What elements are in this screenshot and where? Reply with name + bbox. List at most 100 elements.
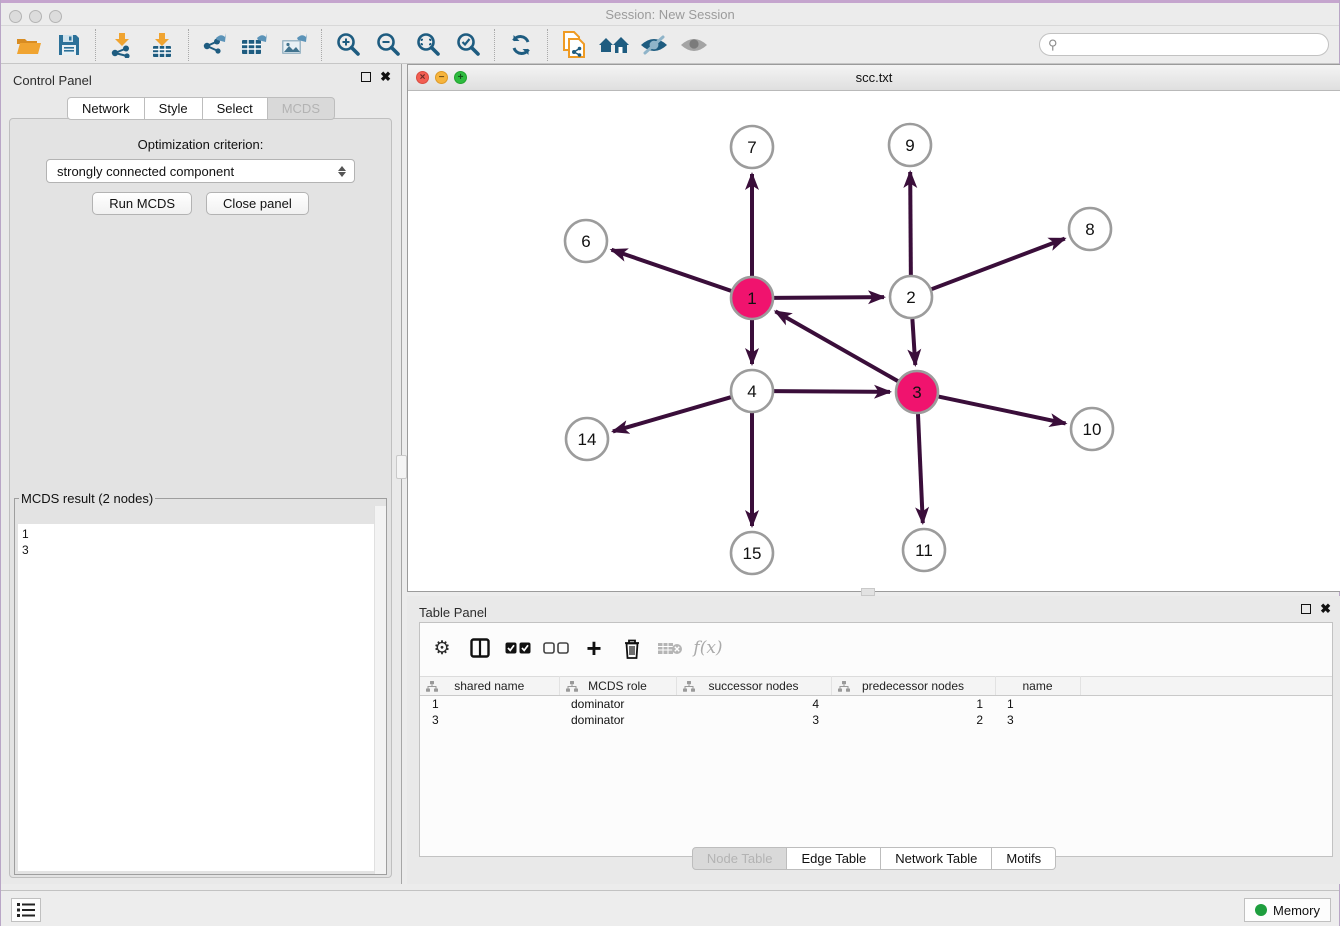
- function-builder-button[interactable]: f(x): [694, 634, 722, 662]
- graph-node-3[interactable]: 3: [896, 371, 938, 413]
- graph-node-10[interactable]: 10: [1071, 408, 1113, 450]
- float-panel-icon[interactable]: [361, 72, 371, 82]
- criterion-select[interactable]: strongly connected component: [46, 159, 355, 183]
- tab-mcds[interactable]: MCDS: [268, 97, 335, 120]
- edge-2-8[interactable]: [932, 239, 1065, 290]
- column-header-shared-name[interactable]: shared name: [420, 677, 559, 696]
- save-session-button[interactable]: [49, 29, 89, 61]
- window-titlebar: Session: New Session: [1, 3, 1339, 26]
- search-input[interactable]: [1039, 33, 1329, 56]
- column-header-name[interactable]: name: [995, 677, 1080, 696]
- network-window: × − + scc.txt 7 9 6 8 1 2 4 3 14 10 15 11: [407, 64, 1340, 592]
- graph-node-14[interactable]: 14: [566, 418, 608, 460]
- graph-node-8[interactable]: 8: [1069, 208, 1111, 250]
- import-table-button[interactable]: [142, 29, 182, 61]
- table-cell[interactable]: 1: [420, 696, 559, 712]
- mcds-result-text[interactable]: 1 3: [18, 524, 383, 871]
- tab-motifs[interactable]: Motifs: [992, 847, 1056, 870]
- node-table[interactable]: shared nameMCDS rolesuccessor nodesprede…: [420, 676, 1332, 728]
- tab-node-table[interactable]: Node Table: [692, 847, 788, 870]
- column-header-successor-nodes[interactable]: successor nodes: [676, 677, 831, 696]
- refresh-button[interactable]: [501, 29, 541, 61]
- close-panel-icon[interactable]: ✖: [380, 72, 391, 82]
- main-toolbar: ⚲: [1, 26, 1339, 64]
- zoom-selected-button[interactable]: [448, 29, 488, 61]
- edge-3-1[interactable]: [775, 311, 897, 381]
- show-all-button[interactable]: [674, 29, 714, 61]
- graph-node-4[interactable]: 4: [731, 370, 773, 412]
- table-panel: Table Panel ✖ ⚙: [407, 596, 1340, 884]
- column-header-MCDS-role[interactable]: MCDS role: [559, 677, 676, 696]
- network-canvas[interactable]: 7 9 6 8 1 2 4 3 14 10 15 11: [408, 91, 1340, 591]
- table-row[interactable]: 3dominator323: [420, 712, 1332, 728]
- tab-edge-table[interactable]: Edge Table: [787, 847, 881, 870]
- result-scrollbar[interactable]: [374, 506, 386, 874]
- hide-selected-button[interactable]: [634, 29, 674, 61]
- control-panel-tabs: Network Style Select MCDS: [1, 97, 401, 120]
- home-view-button[interactable]: [594, 29, 634, 61]
- export-table-icon: [241, 32, 269, 58]
- edge-4-14[interactable]: [613, 397, 731, 431]
- node-table-container: ⚙ +: [419, 622, 1333, 857]
- close-table-panel-icon[interactable]: ✖: [1320, 604, 1331, 614]
- edge-2-9[interactable]: [910, 172, 911, 275]
- graph-node-15[interactable]: 15: [731, 532, 773, 574]
- export-network-button[interactable]: [195, 29, 235, 61]
- table-row[interactable]: 1dominator411: [420, 696, 1332, 712]
- graph-node-11[interactable]: 11: [903, 529, 945, 571]
- tab-style[interactable]: Style: [145, 97, 203, 120]
- list-icon: [17, 903, 35, 917]
- graph-node-2[interactable]: 2: [890, 276, 932, 318]
- edge-3-11[interactable]: [918, 414, 923, 523]
- documents-share-icon: [561, 31, 587, 59]
- table-settings-button[interactable]: ⚙: [428, 634, 456, 662]
- float-table-panel-icon[interactable]: [1301, 604, 1311, 614]
- export-image-icon: [281, 32, 309, 58]
- svg-text:10: 10: [1083, 420, 1102, 439]
- add-column-button[interactable]: +: [580, 634, 608, 662]
- zoom-in-button[interactable]: [328, 29, 368, 61]
- delete-table-button[interactable]: [656, 634, 684, 662]
- tab-network-table[interactable]: Network Table: [881, 847, 992, 870]
- table-cell[interactable]: dominator: [559, 712, 676, 728]
- import-network-button[interactable]: [102, 29, 142, 61]
- memory-button[interactable]: Memory: [1244, 898, 1331, 922]
- tab-select[interactable]: Select: [203, 97, 268, 120]
- deselect-all-button[interactable]: [542, 634, 570, 662]
- column-type-icon: [426, 681, 438, 692]
- select-all-button[interactable]: [504, 634, 532, 662]
- edge-2-3[interactable]: [912, 319, 915, 365]
- splitter-grip-vertical[interactable]: [396, 455, 407, 479]
- zoom-fit-button[interactable]: [408, 29, 448, 61]
- zoom-out-button[interactable]: [368, 29, 408, 61]
- network-window-titlebar[interactable]: × − + scc.txt: [408, 65, 1340, 91]
- run-mcds-button[interactable]: Run MCDS: [92, 192, 192, 215]
- table-cell[interactable]: 3: [420, 712, 559, 728]
- graph-node-6[interactable]: 6: [565, 220, 607, 262]
- column-header-predecessor-nodes[interactable]: predecessor nodes: [831, 677, 995, 696]
- edge-4-3[interactable]: [774, 391, 890, 392]
- show-columns-button[interactable]: [466, 634, 494, 662]
- graph-node-9[interactable]: 9: [889, 124, 931, 166]
- table-cell[interactable]: 4: [676, 696, 831, 712]
- table-cell[interactable]: 3: [995, 712, 1080, 728]
- graph-node-7[interactable]: 7: [731, 126, 773, 168]
- delete-column-button[interactable]: [618, 634, 646, 662]
- edge-1-2[interactable]: [774, 297, 884, 298]
- tab-network[interactable]: Network: [67, 97, 145, 120]
- graph-node-1[interactable]: 1: [731, 277, 773, 319]
- table-cell[interactable]: 1: [831, 696, 995, 712]
- splitter-grip-horizontal[interactable]: [861, 588, 875, 596]
- edge-3-10[interactable]: [939, 397, 1066, 424]
- table-cell[interactable]: 1: [995, 696, 1080, 712]
- close-panel-button[interactable]: Close panel: [206, 192, 309, 215]
- table-cell[interactable]: 2: [831, 712, 995, 728]
- edge-1-6[interactable]: [612, 250, 732, 291]
- export-image-button[interactable]: [275, 29, 315, 61]
- table-cell[interactable]: 3: [676, 712, 831, 728]
- first-neighbors-button[interactable]: [554, 29, 594, 61]
- task-history-button[interactable]: [11, 898, 41, 922]
- export-table-button[interactable]: [235, 29, 275, 61]
- open-file-button[interactable]: [9, 29, 49, 61]
- table-cell[interactable]: dominator: [559, 696, 676, 712]
